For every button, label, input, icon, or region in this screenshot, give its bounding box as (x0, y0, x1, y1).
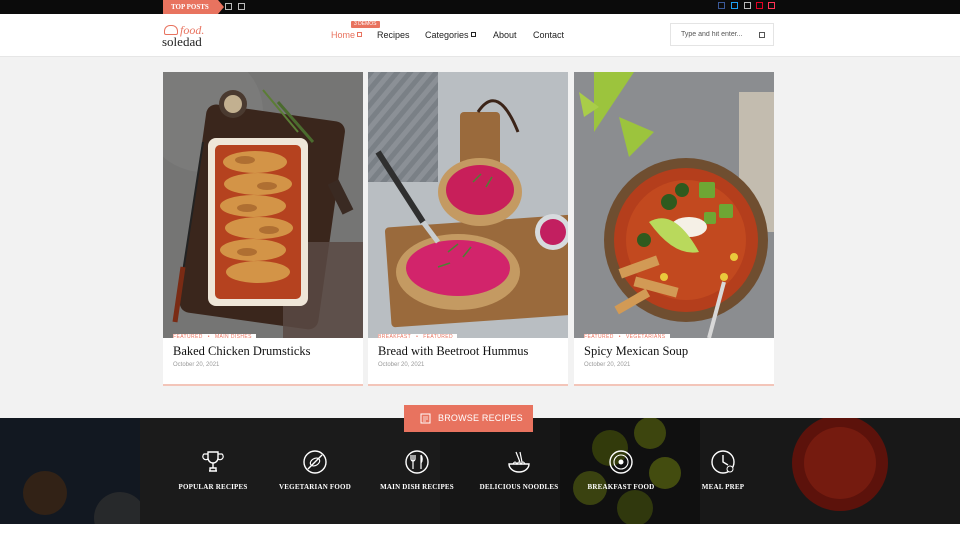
nav-recipes[interactable]: Recipes (377, 29, 410, 41)
feature-label: MAIN DISH RECIPES (380, 483, 454, 491)
card-date: October 20, 2021 (378, 362, 425, 368)
recipe-image-bread[interactable] (368, 72, 568, 338)
no-meat-icon (303, 450, 327, 474)
twitter-icon[interactable] (731, 2, 738, 9)
card-title[interactable]: Bread with Beetroot Hummus (378, 344, 528, 359)
trophy-icon (202, 451, 224, 472)
chevron-down-icon (357, 32, 363, 37)
search-icon[interactable] (759, 32, 765, 38)
browse-recipes-label: BROWSE RECIPES (438, 413, 523, 423)
nav-about[interactable]: About (493, 29, 517, 41)
card-date: October 20, 2021 (173, 362, 220, 368)
feature-label: VEGETARIAN FOOD (279, 483, 351, 491)
feature-main-dish-recipes[interactable]: MAIN DISH RECIPES (362, 449, 472, 491)
category-link[interactable]: BREAKFAST (378, 334, 411, 340)
site-logo[interactable]: food. soledad (162, 24, 222, 50)
noodles-icon (508, 451, 530, 473)
pinterest-icon[interactable] (756, 2, 763, 9)
nav-contact-label: Contact (533, 30, 565, 40)
search-input[interactable] (671, 24, 751, 45)
nav-home[interactable]: Home (331, 29, 363, 41)
instagram-icon[interactable] (744, 2, 751, 9)
category-link[interactable]: FEATURED (584, 334, 614, 340)
feature-breakfast-food[interactable]: BREAKFAST FOOD (566, 449, 676, 491)
recipe-image-chicken[interactable] (163, 72, 363, 338)
card-categories: FEATURED • MAIN DISHES (173, 334, 256, 340)
category-link[interactable]: FEATURED (423, 334, 453, 340)
category-link[interactable]: FEATURED (173, 334, 203, 340)
plate-icon (609, 450, 633, 474)
youtube-icon[interactable] (768, 2, 775, 9)
chevron-down-icon (470, 32, 476, 37)
feature-meal-prep[interactable]: MEAL PREP (668, 449, 778, 491)
search-box[interactable] (670, 23, 774, 46)
browse-recipes-button[interactable]: BROWSE RECIPES (404, 405, 533, 432)
nav-recipes-label: Recipes (377, 30, 410, 40)
feature-delicious-noodles[interactable]: DELICIOUS NOODLES (464, 449, 574, 491)
feature-label: POPULAR RECIPES (178, 483, 248, 491)
nav-about-label: About (493, 30, 517, 40)
nav-categories[interactable]: Categories (425, 29, 476, 41)
top-bar (0, 0, 960, 14)
clock-icon (711, 450, 735, 474)
card-categories: BREAKFAST • FEATURED (378, 334, 457, 340)
nav-home-label: Home (331, 30, 356, 40)
next-arrow-icon[interactable] (238, 3, 245, 10)
card-title[interactable]: Spicy Mexican Soup (584, 344, 688, 359)
feature-label: BREAKFAST FOOD (587, 483, 655, 491)
cutlery-icon (405, 450, 429, 474)
feature-label: DELICIOUS NOODLES (479, 483, 559, 491)
feature-popular-recipes[interactable]: POPULAR RECIPES (158, 449, 268, 491)
recipe-book-icon (420, 413, 431, 424)
nav-categories-label: Categories (425, 30, 469, 40)
demos-badge: 3 DEMOS (351, 21, 380, 28)
feature-label: MEAL PREP (701, 483, 745, 491)
recipe-card[interactable]: BREAKFAST • FEATURED Bread with Beetroot H… (368, 72, 568, 386)
feature-vegetarian-food[interactable]: VEGETARIAN FOOD (260, 449, 370, 491)
category-link[interactable]: VEGETARIANS (626, 334, 666, 340)
facebook-icon[interactable] (718, 2, 725, 9)
recipe-card[interactable]: FEATURED • MAIN DISHES Baked Chicken Drums… (163, 72, 363, 386)
page-bottom (0, 524, 960, 540)
recipe-card[interactable]: FEATURED • VEGETARIANS Spicy Mexican Soup … (574, 72, 774, 386)
card-title[interactable]: Baked Chicken Drumsticks (173, 344, 310, 359)
card-categories: FEATURED • VEGETARIANS (584, 334, 670, 340)
prev-arrow-icon[interactable] (225, 3, 232, 10)
nav-contact[interactable]: Contact (533, 29, 564, 41)
logo-name-text: soledad (162, 34, 202, 49)
card-date: October 20, 2021 (584, 362, 631, 368)
top-posts-label[interactable]: TOP POSTS (163, 0, 224, 14)
category-link[interactable]: MAIN DISHES (215, 334, 252, 340)
recipe-image-soup[interactable] (574, 72, 774, 338)
site-header: food. soledad Home Recipes Categories Ab… (0, 14, 960, 57)
